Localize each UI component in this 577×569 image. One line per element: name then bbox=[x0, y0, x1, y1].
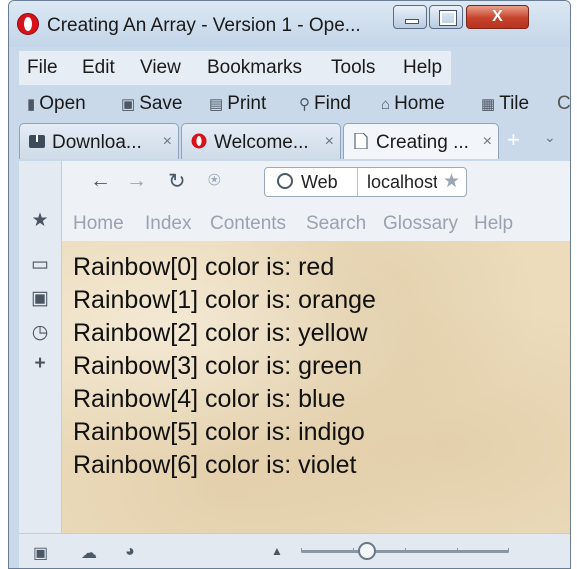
printer-icon: ▤ bbox=[209, 96, 224, 113]
status-bar: ▣ ☁ ◕ ▲ bbox=[19, 533, 570, 568]
nav-link-home[interactable]: Home bbox=[73, 213, 124, 235]
history-clock-icon[interactable]: ◷ bbox=[19, 321, 61, 344]
rainbow-line: Rainbow[2] color is: yellow bbox=[73, 319, 368, 347]
opera-logo-icon bbox=[17, 13, 39, 35]
tab-close-icon[interactable]: × bbox=[483, 133, 492, 151]
open-button[interactable]: ▮ Open bbox=[27, 93, 86, 115]
page-content: Rainbow[0] color is: red Rainbow[1] colo… bbox=[62, 241, 570, 533]
print-label: Print bbox=[227, 93, 267, 114]
key-icon[interactable]: ⍟ bbox=[208, 169, 221, 193]
save-icon: ▣ bbox=[121, 96, 136, 113]
tab-label: Creating ... bbox=[376, 132, 469, 153]
save-label: Save bbox=[139, 93, 183, 114]
back-arrow-icon[interactable]: ← bbox=[90, 169, 111, 193]
home-button[interactable]: ⌂ Home bbox=[381, 93, 445, 115]
close-icon: X bbox=[492, 8, 503, 25]
web-label: Web bbox=[301, 172, 338, 192]
tile-button[interactable]: ▦ Tile bbox=[481, 93, 529, 115]
menu-help[interactable]: Help bbox=[403, 57, 442, 79]
tab-downloads[interactable]: Downloa... × bbox=[19, 123, 179, 159]
nav-link-index[interactable]: Index bbox=[145, 213, 191, 235]
downloads-panel-icon[interactable]: ▣ bbox=[19, 287, 61, 310]
opera-icon bbox=[191, 133, 207, 149]
reload-icon[interactable]: ↻ bbox=[168, 169, 186, 194]
folder-icon: ▮ bbox=[27, 96, 36, 113]
url-text[interactable]: localhost bbox=[367, 172, 437, 193]
zoom-tick bbox=[301, 548, 302, 552]
globe-icon bbox=[277, 173, 293, 189]
menu-bookmarks[interactable]: Bookmarks bbox=[207, 57, 302, 79]
title-bar: Creating An Array - Version 1 - Ope... X bbox=[9, 1, 570, 47]
rainbow-line: Rainbow[0] color is: red bbox=[73, 253, 335, 281]
downloads-icon bbox=[29, 135, 45, 148]
zoom-tick bbox=[457, 548, 458, 552]
tile-label: Tile bbox=[499, 93, 530, 114]
open-label: Open bbox=[39, 93, 86, 114]
find-label: Find bbox=[314, 93, 351, 114]
menu-edit[interactable]: Edit bbox=[82, 57, 115, 79]
browser-frame: ★ ▭ ▣ ◷ + ← → ↻ ⍟ Web localhost ★ Home I… bbox=[19, 161, 570, 568]
rainbow-line: Rainbow[6] color is: violet bbox=[73, 451, 357, 479]
bookmarks-star-icon[interactable]: ★ bbox=[19, 209, 61, 232]
nav-link-search[interactable]: Search bbox=[306, 213, 366, 235]
tab-label: Downloa... bbox=[52, 132, 142, 153]
browser-window: Creating An Array - Version 1 - Ope... X… bbox=[8, 0, 571, 569]
web-badge[interactable]: Web bbox=[265, 168, 358, 196]
window-title: Creating An Array - Version 1 - Ope... bbox=[47, 15, 361, 36]
home-label: Home bbox=[394, 93, 445, 114]
scroll-up-icon[interactable]: ▲ bbox=[271, 544, 283, 558]
menu-file[interactable]: File bbox=[27, 57, 58, 79]
rainbow-line: Rainbow[4] color is: blue bbox=[73, 385, 346, 413]
tile-icon: ▦ bbox=[481, 96, 496, 113]
cloud-icon[interactable]: ☁ bbox=[81, 543, 97, 563]
find-button[interactable]: ⚲ Find bbox=[299, 93, 351, 115]
side-panel: ★ ▭ ▣ ◷ + bbox=[19, 161, 62, 533]
rainbow-line: Rainbow[3] color is: green bbox=[73, 352, 363, 380]
tab-welcome[interactable]: Welcome... × bbox=[181, 123, 341, 159]
tab-close-icon[interactable]: × bbox=[325, 133, 334, 151]
bookmark-star-icon[interactable]: ★ bbox=[443, 170, 460, 193]
minimize-icon bbox=[405, 19, 419, 24]
tab-bar: Downloa... × Welcome... × Creating ... ×… bbox=[9, 121, 570, 161]
maximize-button[interactable] bbox=[429, 5, 463, 29]
menu-view[interactable]: View bbox=[140, 57, 181, 79]
maximize-icon bbox=[439, 10, 457, 26]
home-icon: ⌂ bbox=[381, 96, 391, 113]
navigation-bar: ← → ↻ ⍟ Web localhost ★ bbox=[62, 161, 570, 205]
close-button[interactable]: X bbox=[466, 5, 529, 29]
page-icon bbox=[354, 133, 368, 149]
rainbow-line: Rainbow[1] color is: orange bbox=[73, 286, 376, 314]
nav-link-contents[interactable]: Contents bbox=[210, 213, 286, 235]
rainbow-line: Rainbow[5] color is: indigo bbox=[73, 418, 365, 446]
magnifier-icon: ⚲ bbox=[299, 96, 310, 113]
menu-tools[interactable]: Tools bbox=[331, 57, 375, 79]
zoom-slider-thumb[interactable] bbox=[358, 542, 376, 560]
chevron-down-icon[interactable]: ⌄ bbox=[544, 129, 556, 146]
tab-creating[interactable]: Creating ... × bbox=[343, 123, 499, 159]
notes-icon[interactable]: ▭ bbox=[19, 253, 61, 276]
tab-close-icon[interactable]: × bbox=[163, 133, 172, 151]
forward-arrow-icon[interactable]: → bbox=[126, 169, 147, 193]
print-button[interactable]: ▤ Print bbox=[209, 93, 266, 115]
address-bar[interactable]: Web localhost ★ bbox=[264, 167, 467, 197]
nav-link-help[interactable]: Help bbox=[474, 213, 513, 235]
toolbar-overflow[interactable]: C bbox=[557, 93, 570, 115]
zoom-tick bbox=[508, 548, 509, 552]
tab-label: Welcome... bbox=[214, 132, 309, 153]
new-tab-button[interactable]: + bbox=[507, 127, 520, 153]
add-panel-icon[interactable]: + bbox=[19, 353, 61, 375]
navigation-links: Home Index Contents Search Glossary Help bbox=[62, 205, 570, 241]
zoom-tick bbox=[405, 548, 406, 552]
zoom-tick bbox=[353, 548, 354, 552]
save-button[interactable]: ▣ Save bbox=[121, 93, 183, 115]
speed-dial-icon[interactable]: ◕ bbox=[125, 543, 135, 561]
panel-toggle-icon[interactable]: ▣ bbox=[33, 543, 48, 563]
toolbar: ▮ Open ▣ Save ▤ Print ⚲ Find ⌂ Home ▦ Tile C bbox=[9, 89, 570, 119]
menu-bar: File Edit View Bookmarks Tools Help bbox=[9, 51, 570, 85]
minimize-button[interactable] bbox=[393, 5, 427, 29]
nav-link-glossary[interactable]: Glossary bbox=[383, 213, 458, 235]
